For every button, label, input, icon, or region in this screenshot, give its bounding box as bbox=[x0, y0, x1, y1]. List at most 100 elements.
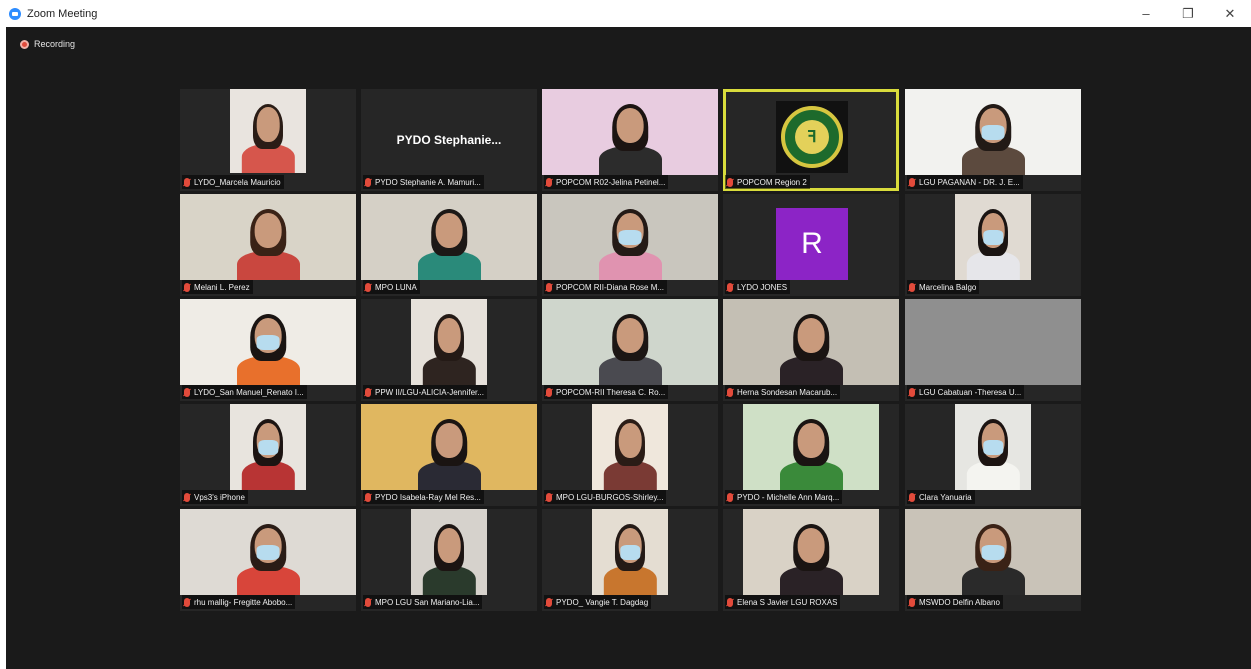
mic-muted-icon bbox=[546, 387, 552, 397]
participant-name-bar: MSWDO Delfin Albano bbox=[907, 595, 1003, 609]
participant-tile[interactable]: Herna Sondesan Macarub... bbox=[723, 299, 899, 401]
participant-name: MPO LGU San Mariano-Lia... bbox=[375, 597, 480, 607]
participant-figure bbox=[961, 523, 1025, 595]
mic-muted-icon bbox=[184, 177, 190, 187]
participant-video bbox=[743, 404, 879, 490]
mic-muted-icon bbox=[365, 597, 371, 607]
logo-ring: ꟻ bbox=[781, 106, 843, 168]
mic-muted-icon bbox=[365, 282, 371, 292]
participant-tile[interactable]: MSWDO Delfin Albano bbox=[905, 509, 1081, 611]
participant-video bbox=[542, 299, 718, 385]
mic-muted-icon bbox=[727, 177, 733, 187]
participant-tile[interactable]: PYDO Isabela-Ray Mel Res... bbox=[361, 404, 537, 506]
participant-tile[interactable]: Vps3's iPhone bbox=[180, 404, 356, 506]
participant-name-bar: Herna Sondesan Macarub... bbox=[725, 385, 841, 399]
avatar: R bbox=[776, 208, 848, 280]
participant-tile[interactable]: PPW II/LGU-ALICIA-Jennifer... bbox=[361, 299, 537, 401]
participant-video bbox=[361, 404, 537, 490]
participant-name: PYDO - Michelle Ann Marq... bbox=[737, 492, 840, 502]
recording-indicator[interactable]: Recording bbox=[20, 39, 75, 49]
participant-name: LGU PAGANAN - DR. J. E... bbox=[919, 177, 1020, 187]
participant-name: LGU Cabatuan -Theresa U... bbox=[919, 387, 1022, 397]
participant-name-bar: Elena S Javier LGU ROXAS bbox=[725, 595, 841, 609]
participant-name-bar: Melani L. Perez bbox=[182, 280, 253, 294]
mic-muted-icon bbox=[365, 492, 371, 502]
participant-name-bar: rhu mallig- Fregitte Abobo... bbox=[182, 595, 296, 609]
participant-video bbox=[592, 509, 668, 595]
participant-name: Clara Yanuaria bbox=[919, 492, 972, 502]
participant-tile[interactable]: LGU PAGANAN - DR. J. E... bbox=[905, 89, 1081, 191]
participant-name-bar: PYDO_ Vangie T. Dagdag bbox=[544, 595, 652, 609]
mic-muted-icon bbox=[184, 492, 190, 502]
participant-figure bbox=[417, 418, 481, 490]
window-controls: – ❐ ✕ bbox=[1125, 0, 1251, 27]
participant-name-bar: Vps3's iPhone bbox=[182, 490, 248, 504]
participant-name-bar: Marcelina Balgo bbox=[907, 280, 980, 294]
mic-muted-icon bbox=[546, 492, 552, 502]
participant-tile[interactable]: Elena S Javier LGU ROXAS bbox=[723, 509, 899, 611]
mic-muted-icon bbox=[909, 282, 915, 292]
participant-tile[interactable]: MPO LGU San Mariano-Lia... bbox=[361, 509, 537, 611]
participant-figure bbox=[422, 523, 476, 595]
participant-tile[interactable]: rhu mallig- Fregitte Abobo... bbox=[180, 509, 356, 611]
participant-tile[interactable]: LGU Cabatuan -Theresa U... bbox=[905, 299, 1081, 401]
participant-tile[interactable]: R LYDO JONES bbox=[723, 194, 899, 296]
participant-tile[interactable]: LYDO_Marcela Mauricio bbox=[180, 89, 356, 191]
participant-tile[interactable]: POPCOM-RII Theresa C. Ro... bbox=[542, 299, 718, 401]
participant-tile[interactable]: MPO LUNA bbox=[361, 194, 537, 296]
participant-video bbox=[955, 404, 1031, 490]
participant-name-bar: LGU PAGANAN - DR. J. E... bbox=[907, 175, 1023, 189]
participant-tile[interactable]: ꟻ POPCOM Region 2 bbox=[723, 89, 899, 191]
participant-name-bar: LYDO JONES bbox=[725, 280, 791, 294]
participant-name-bar: Clara Yanuaria bbox=[907, 490, 975, 504]
participant-figure bbox=[236, 313, 300, 385]
participant-video bbox=[955, 194, 1031, 280]
participant-name-bar: PYDO Stephanie A. Mamuri... bbox=[363, 175, 484, 189]
participant-tile[interactable]: Clara Yanuaria bbox=[905, 404, 1081, 506]
mic-muted-icon bbox=[546, 177, 552, 187]
close-button[interactable]: ✕ bbox=[1209, 0, 1251, 27]
participant-name-bar: POPCOM Region 2 bbox=[725, 175, 810, 189]
participant-video bbox=[905, 89, 1081, 175]
participant-tile[interactable]: LYDO_San Manuel_Renato I... bbox=[180, 299, 356, 401]
participant-name: PPW II/LGU-ALICIA-Jennifer... bbox=[375, 387, 484, 397]
participant-tile[interactable]: POPCOM RII-Diana Rose M... bbox=[542, 194, 718, 296]
participant-video bbox=[230, 89, 306, 173]
participant-figure bbox=[236, 208, 300, 280]
participant-tile[interactable]: PYDO_ Vangie T. Dagdag bbox=[542, 509, 718, 611]
participant-name-bar: PYDO - Michelle Ann Marq... bbox=[725, 490, 843, 504]
mic-muted-icon bbox=[909, 492, 915, 502]
participant-name: POPCOM RII-Diana Rose M... bbox=[556, 282, 665, 292]
zoom-app-icon bbox=[9, 7, 21, 20]
participant-figure bbox=[961, 103, 1025, 175]
participant-video bbox=[542, 89, 718, 175]
mic-muted-icon bbox=[546, 282, 552, 292]
mic-muted-icon bbox=[727, 387, 733, 397]
participant-video bbox=[411, 299, 487, 385]
participant-video bbox=[180, 509, 356, 595]
participant-tile[interactable]: PYDO Stephanie... PYDO Stephanie A. Mamur… bbox=[361, 89, 537, 191]
participant-figure bbox=[422, 313, 476, 385]
participant-video bbox=[180, 299, 356, 385]
participant-name: PYDO Isabela-Ray Mel Res... bbox=[375, 492, 481, 502]
participant-name-bar: LGU Cabatuan -Theresa U... bbox=[907, 385, 1025, 399]
participant-tile[interactable]: PYDO - Michelle Ann Marq... bbox=[723, 404, 899, 506]
mic-muted-icon bbox=[184, 597, 190, 607]
mic-muted-icon bbox=[365, 387, 371, 397]
participant-name: PYDO_ Vangie T. Dagdag bbox=[556, 597, 649, 607]
mic-muted-icon bbox=[727, 492, 733, 502]
participant-tile[interactable]: POPCOM R02-Jelina Petinel... bbox=[542, 89, 718, 191]
participant-name-bar: POPCOM-RII Theresa C. Ro... bbox=[544, 385, 669, 399]
mic-muted-icon bbox=[365, 177, 371, 187]
participant-name: LYDO_Marcela Mauricio bbox=[194, 177, 281, 187]
participant-name: Melani L. Perez bbox=[194, 282, 250, 292]
participant-tile[interactable]: MPO LGU-BURGOS-Shirley... bbox=[542, 404, 718, 506]
participant-name: POPCOM R02-Jelina Petinel... bbox=[556, 177, 666, 187]
participant-video bbox=[905, 509, 1081, 595]
minimize-button[interactable]: – bbox=[1125, 0, 1167, 27]
restore-button[interactable]: ❐ bbox=[1167, 0, 1209, 27]
participant-tile[interactable]: Marcelina Balgo bbox=[905, 194, 1081, 296]
title-bar: Zoom Meeting – ❐ ✕ bbox=[0, 0, 1251, 27]
participant-tile[interactable]: Melani L. Perez bbox=[180, 194, 356, 296]
mic-muted-icon bbox=[909, 597, 915, 607]
